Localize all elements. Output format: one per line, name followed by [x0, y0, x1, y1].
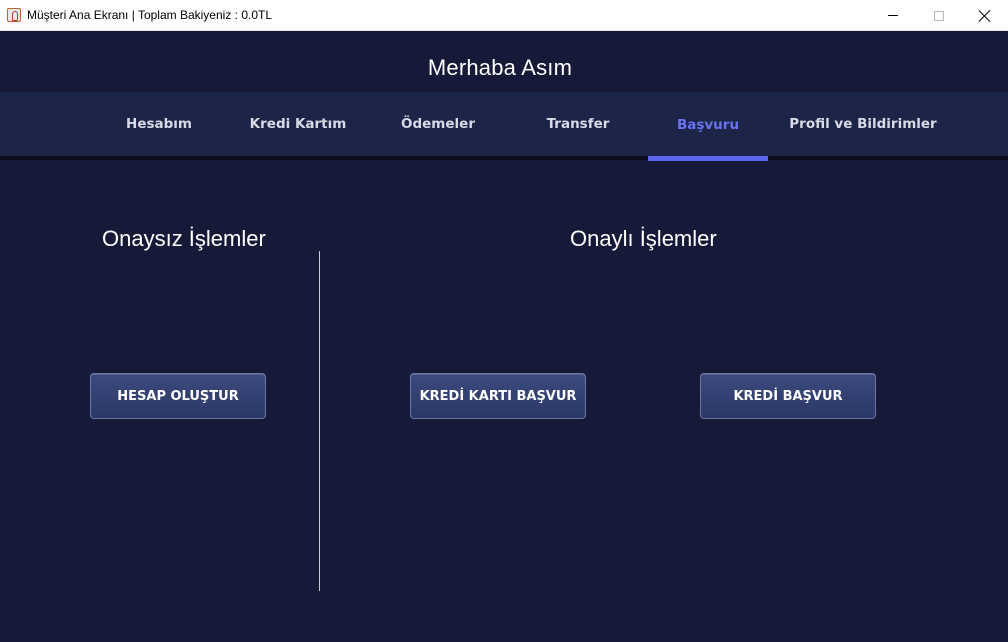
- window-titlebar: Müşteri Ana Ekranı | Toplam Bakiyeniz : …: [0, 0, 1008, 31]
- window-title: Müşteri Ana Ekranı | Toplam Bakiyeniz : …: [27, 8, 273, 22]
- create-account-button[interactable]: HESAP OLUŞTUR: [90, 373, 266, 419]
- tab-bar-border: [0, 156, 1008, 160]
- tab-transfer[interactable]: Transfer: [518, 92, 638, 156]
- tab-hesabim[interactable]: Hesabım: [99, 92, 219, 156]
- credit-card-apply-button[interactable]: KREDİ KARTI BAŞVUR: [410, 373, 586, 419]
- maximize-button[interactable]: [916, 0, 962, 31]
- close-button[interactable]: [962, 0, 1008, 31]
- header: Merhaba Asım: [0, 31, 1008, 92]
- minimize-icon: [888, 15, 898, 16]
- java-cup-icon: [7, 8, 21, 22]
- approved-section-title: Onaylı İşlemler: [570, 226, 717, 251]
- greeting-label: Merhaba Asım: [427, 55, 573, 80]
- loan-apply-button[interactable]: KREDİ BAŞVUR: [700, 373, 876, 419]
- unapproved-section-title: Onaysız İşlemler: [102, 226, 266, 251]
- close-icon: [979, 10, 991, 22]
- tab-odemeler[interactable]: Ödemeler: [378, 92, 498, 156]
- tab-basvuru[interactable]: Başvuru: [648, 92, 768, 156]
- tab-kredi-kartim[interactable]: Kredi Kartım: [238, 92, 358, 156]
- minimize-button[interactable]: [870, 0, 916, 31]
- maximize-icon: [934, 10, 944, 21]
- section-divider: [319, 251, 320, 591]
- tab-profil-ve-bildirimler[interactable]: Profil ve Bildirimler: [778, 92, 948, 156]
